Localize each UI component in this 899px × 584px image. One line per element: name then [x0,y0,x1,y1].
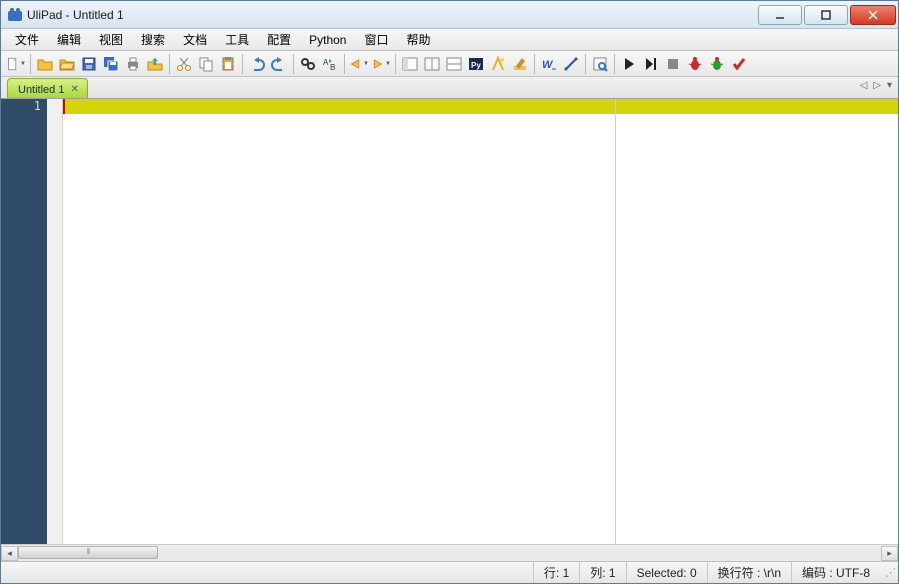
maximize-button[interactable] [804,5,848,25]
open-file-icon[interactable] [34,53,56,75]
menu-edit[interactable]: 编辑 [49,29,89,50]
tab-label: Untitled 1 [18,84,64,96]
upload-icon[interactable] [144,53,166,75]
paste-icon[interactable] [217,53,239,75]
resize-grip[interactable]: ⋰ [880,566,898,579]
open-project-icon[interactable] [56,53,78,75]
current-line-highlight [63,99,898,114]
menu-help[interactable]: 帮助 [398,29,438,50]
python-console-icon[interactable]: Py [465,53,487,75]
menu-view[interactable]: 视图 [91,29,131,50]
svg-text:Py: Py [471,61,481,70]
tab-menu-icon[interactable]: ▾ [887,80,892,91]
new-file-icon[interactable] [5,53,27,75]
save-icon[interactable] [78,53,100,75]
title-bar: UliPad - Untitled 1 [1,1,898,29]
undo-icon[interactable] [246,53,268,75]
window-title: UliPad - Untitled 1 [27,8,756,22]
validate-icon[interactable] [487,53,509,75]
tab-close-icon[interactable]: ✕ [70,84,78,95]
tab-navigation: ◁ ▷ ▾ [860,80,892,91]
text-area[interactable] [63,99,898,544]
status-encoding: 编码 : UTF-8 [791,562,880,583]
menu-search[interactable]: 搜索 [133,29,173,50]
format-icon[interactable] [509,53,531,75]
print-icon[interactable] [122,53,144,75]
scroll-right-icon[interactable]: ▸ [881,546,898,561]
find-icon[interactable] [297,53,319,75]
menu-document[interactable]: 文档 [175,29,215,50]
menu-tools[interactable]: 工具 [217,29,257,50]
fold-margin [47,99,63,544]
scroll-track[interactable] [18,546,881,561]
status-line: 行: 1 [533,562,579,583]
preview-icon[interactable] [589,53,611,75]
status-bar: 行: 1 列: 1 Selected: 0 换行符 : \r\n 编码 : UT… [1,561,898,583]
replace-icon[interactable]: AB [319,53,341,75]
split-horizontal-icon[interactable] [421,53,443,75]
edge-guide [615,99,616,544]
stop-icon[interactable] [662,53,684,75]
caret [63,99,65,114]
svg-text:B: B [330,63,335,72]
tab-untitled-1[interactable]: Untitled 1 ✕ [7,78,88,98]
window-controls [756,5,896,25]
copy-icon[interactable] [195,53,217,75]
line-number: 1 [1,99,41,114]
scroll-thumb[interactable] [18,546,158,559]
cut-icon[interactable] [173,53,195,75]
status-selected: Selected: 0 [626,562,707,583]
status-column: 列: 1 [579,562,625,583]
line-gutter: 1 [1,99,47,544]
svg-text:A: A [323,58,329,67]
toggle-sidebar-icon[interactable] [399,53,421,75]
word-wrap-icon[interactable]: W [538,53,560,75]
tab-prev-icon[interactable]: ◁ [860,80,868,91]
nav-back-icon[interactable] [348,53,370,75]
bug-green-icon[interactable] [706,53,728,75]
horizontal-scrollbar[interactable]: ◂ ▸ [1,544,898,561]
run-selection-icon[interactable] [640,53,662,75]
toolbar: AB Py W [1,51,898,77]
tab-bar: Untitled 1 ✕ ◁ ▷ ▾ [1,77,898,99]
ruler-icon[interactable] [560,53,582,75]
split-vertical-icon[interactable] [443,53,465,75]
run-icon[interactable] [618,53,640,75]
tab-next-icon[interactable]: ▷ [873,80,881,91]
status-eol: 换行符 : \r\n [707,562,791,583]
nav-forward-icon[interactable] [370,53,392,75]
menu-python[interactable]: Python [301,31,354,49]
menu-bar: 文件 编辑 视图 搜索 文档 工具 配置 Python 窗口 帮助 [1,29,898,51]
redo-icon[interactable] [268,53,290,75]
close-button[interactable] [850,5,896,25]
syntax-check-icon[interactable] [728,53,750,75]
editor[interactable]: 1 [1,99,898,544]
menu-file[interactable]: 文件 [7,29,47,50]
bug-red-icon[interactable] [684,53,706,75]
minimize-button[interactable] [758,5,802,25]
menu-config[interactable]: 配置 [259,29,299,50]
app-icon [7,7,23,23]
scroll-left-icon[interactable]: ◂ [1,546,18,561]
menu-window[interactable]: 窗口 [356,29,396,50]
editor-area: 1 ◂ ▸ [1,99,898,561]
save-all-icon[interactable] [100,53,122,75]
